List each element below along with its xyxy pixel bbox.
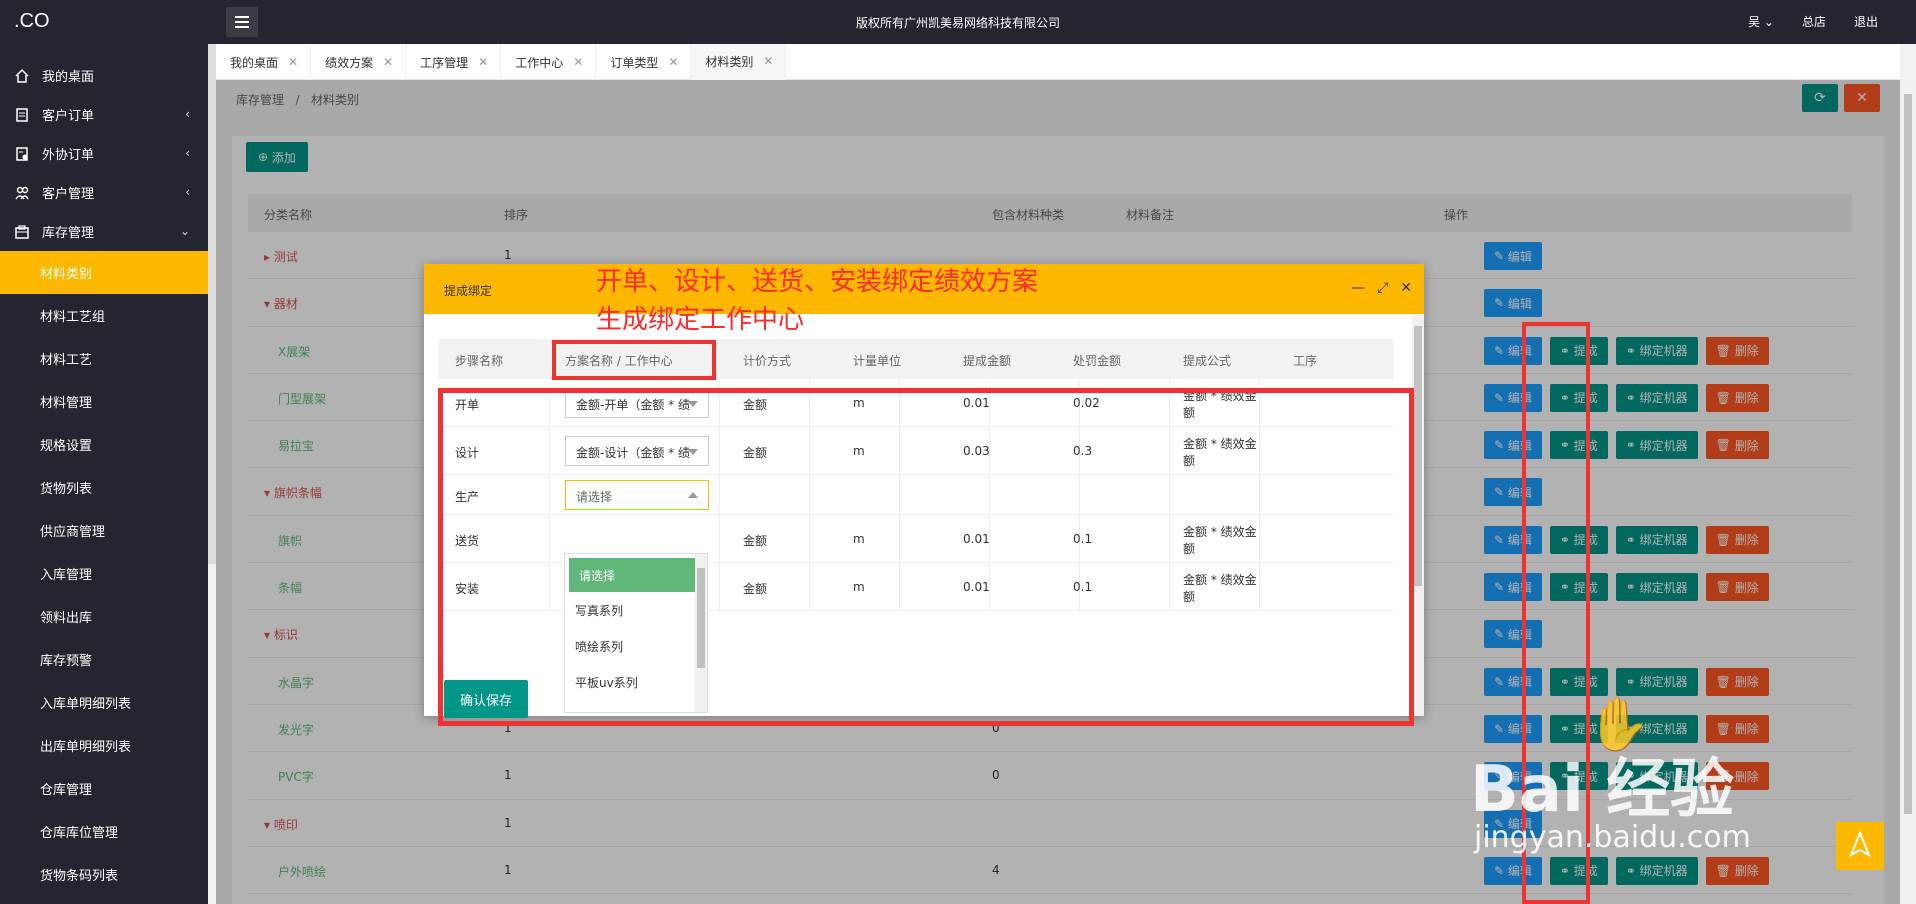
home-icon — [14, 68, 30, 84]
sidebar-sub-stock-out-detail[interactable]: 出库单明细列表 — [0, 724, 208, 767]
close-icon[interactable]: ✕ — [1400, 280, 1412, 296]
modal-title: 提成绑定 — [444, 284, 493, 298]
watermark-logo: Bai 经验 — [1470, 753, 1735, 827]
sidebar-item-customer-orders[interactable]: 客户订单 ‹ — [0, 95, 208, 134]
annotation-text: 开单、设计、送货、安装绑定绩效方案 生成绑定工作中心 — [596, 267, 1039, 335]
chevron-down-icon: ⌄ — [1763, 15, 1774, 29]
users-icon — [14, 185, 30, 201]
top-bar: .CO 版权所有广州凯美易网络科技有限公司 吴 ⌄ 总店 退出 — [0, 0, 1916, 44]
watermark-url: jingyan.baidu.com — [1474, 820, 1751, 855]
close-icon[interactable]: ✕ — [478, 55, 488, 69]
sidebar-sub-stock-warning[interactable]: 库存预警 — [0, 638, 208, 681]
sidebar-sub-stock-in-detail[interactable]: 入库单明细列表 — [0, 681, 208, 724]
sidebar-sub-goods-list[interactable]: 货物列表 — [0, 466, 208, 509]
highlight-modal-table — [438, 388, 1414, 726]
close-icon[interactable]: ✕ — [573, 55, 583, 69]
sidebar-sub-spec-settings[interactable]: 规格设置 — [0, 423, 208, 466]
tab-process-management[interactable]: 工序管理 ✕ — [406, 44, 502, 80]
close-icon[interactable]: ✕ — [383, 55, 393, 69]
minimize-icon[interactable]: — — [1351, 280, 1365, 296]
close-icon[interactable]: ✕ — [288, 55, 298, 69]
tab-order-type[interactable]: 订单类型 ✕ — [596, 44, 692, 80]
highlight-plan-header — [552, 340, 716, 380]
logout-link[interactable]: 退出 — [1854, 13, 1878, 30]
sidebar-sub-material-craft-group[interactable]: 材料工艺组 — [0, 294, 208, 337]
sidebar-sub-barcode-list[interactable]: 货物条码列表 — [0, 853, 208, 896]
chevron-left-icon: ‹ — [185, 185, 190, 199]
page-scrollbar[interactable] — [1900, 80, 1916, 904]
tab-desktop[interactable]: 我的桌面 ✕ — [216, 44, 312, 80]
chevron-down-icon: ⌄ — [179, 224, 190, 238]
tab-work-center[interactable]: 工作中心 ✕ — [501, 44, 597, 80]
close-icon[interactable]: ✕ — [668, 55, 678, 69]
sidebar: 我的桌面 客户订单 ‹ 外协订单 ‹ 客户管理 ‹ 库存管理 ⌄ 材料类别 材料… — [0, 44, 208, 904]
sidebar-sub-material-category[interactable]: 材料类别 — [0, 251, 208, 294]
sidebar-sub-stock-in[interactable]: 入库管理 — [0, 552, 208, 595]
order-icon — [14, 107, 30, 123]
sidebar-sub-material-craft[interactable]: 材料工艺 — [0, 337, 208, 380]
menu-toggle-button[interactable] — [226, 7, 258, 37]
tab-bar: 我的桌面 ✕ 绩效方案 ✕ 工序管理 ✕ 工作中心 ✕ 订单类型 ✕ 材料类别 ✕ — [216, 44, 1900, 80]
sidebar-scrollbar[interactable] — [208, 44, 216, 564]
sidebar-sub-material-out[interactable]: 领料出库 — [0, 595, 208, 638]
tab-performance-plan[interactable]: 绩效方案 ✕ — [311, 44, 407, 80]
sidebar-sub-warehouse-management[interactable]: 仓库管理 — [0, 767, 208, 810]
user-menu[interactable]: 吴 ⌄ — [1748, 13, 1774, 30]
tab-material-category[interactable]: 材料类别 ✕ — [691, 44, 787, 80]
hamburger-icon — [235, 16, 249, 28]
close-icon[interactable]: ✕ — [763, 54, 773, 68]
brand-logo: .CO — [14, 10, 50, 32]
sidebar-sub-warehouse-location[interactable]: 仓库库位管理 — [0, 810, 208, 853]
copyright-text: 版权所有广州凯美易网络科技有限公司 — [855, 16, 1060, 30]
store-link[interactable]: 总店 — [1802, 13, 1826, 30]
sidebar-sub-supplier-management[interactable]: 供应商管理 — [0, 509, 208, 552]
sidebar-item-customer-management[interactable]: 客户管理 ‹ — [0, 173, 208, 212]
sidebar-item-outsource-orders[interactable]: 外协订单 ‹ — [0, 134, 208, 173]
back-to-top-button[interactable] — [1836, 822, 1884, 870]
sidebar-item-inventory[interactable]: 库存管理 ⌄ — [0, 212, 208, 251]
chevron-left-icon: ‹ — [185, 146, 190, 160]
outsource-icon — [14, 146, 30, 162]
chevron-left-icon: ‹ — [185, 107, 190, 121]
rocket-icon — [1848, 831, 1872, 858]
sidebar-item-desktop[interactable]: 我的桌面 — [0, 56, 208, 95]
maximize-icon[interactable]: ⤢ — [1377, 280, 1388, 296]
sidebar-sub-material-management[interactable]: 材料管理 — [0, 380, 208, 423]
inventory-icon — [14, 224, 30, 240]
